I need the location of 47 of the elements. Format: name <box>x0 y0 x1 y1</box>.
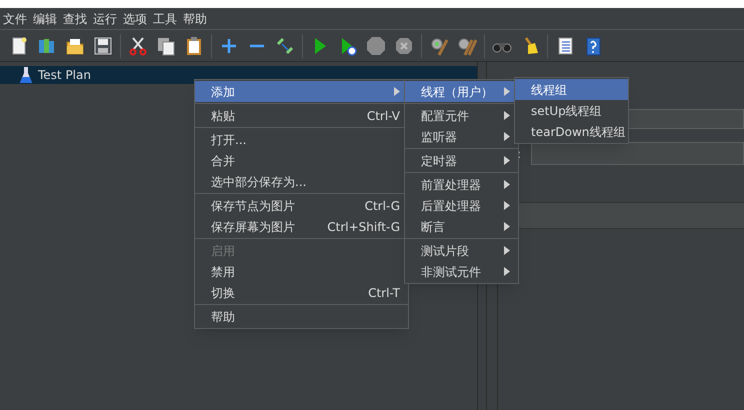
gear-broom-icon[interactable] <box>429 36 449 56</box>
menu-item[interactable]: 配置元件 <box>405 105 518 126</box>
copy-icon[interactable] <box>156 36 176 56</box>
submenu-arrow-icon <box>504 156 510 165</box>
menu-item[interactable]: 断言 <box>405 216 518 237</box>
scissors-icon[interactable] <box>128 36 148 56</box>
menu-item[interactable]: 测试片段 <box>405 240 518 261</box>
submenu-arrow-icon <box>394 87 400 96</box>
menu-item[interactable]: 非测试元件 <box>405 261 518 282</box>
submenu-arrow-icon <box>504 111 510 120</box>
menu-item[interactable]: 切换 Ctrl-T <box>195 282 408 303</box>
submenu-arrow-icon <box>504 246 510 255</box>
submenu-arrow-icon <box>504 222 510 231</box>
menu-item[interactable]: 线程组 <box>515 79 628 100</box>
menu-item[interactable]: 后置处理器 <box>405 195 518 216</box>
menu-item[interactable]: 合并 <box>195 150 408 171</box>
menu-item[interactable]: setUp线程组 <box>515 100 628 121</box>
menu-item[interactable]: 前置处理器 <box>405 174 518 195</box>
menu-item[interactable]: 帮助 <box>195 306 408 327</box>
menu-item[interactable]: 保存屏幕为图片 Ctrl+Shift-G <box>195 216 408 237</box>
menu-item[interactable]: 帮助 <box>180 8 210 28</box>
octagon-x-icon[interactable] <box>394 36 414 56</box>
menu-item[interactable]: tearDown线程组 <box>515 121 628 142</box>
menu-item[interactable]: 禁用 <box>195 261 408 282</box>
clipboard-icon[interactable] <box>184 36 204 56</box>
menu-item[interactable]: 编辑 <box>30 8 60 28</box>
submenu-arrow-icon <box>504 132 510 141</box>
menu-item[interactable]: 打开... <box>195 129 408 150</box>
stop-sign-icon[interactable] <box>366 36 386 56</box>
menu-item[interactable]: 保存节点为图片 Ctrl-G <box>195 195 408 216</box>
flask-icon <box>20 67 32 83</box>
menu-item[interactable]: 选中部分保存为... <box>195 171 408 192</box>
menu-item[interactable]: 查找 <box>60 8 90 28</box>
input-field[interactable] <box>531 142 744 165</box>
submenu-arrow-icon <box>504 201 510 210</box>
menu-item[interactable]: 工具 <box>150 8 180 28</box>
menu-item[interactable]: 运行 <box>90 8 120 28</box>
menu-item[interactable]: 选项 <box>120 8 150 28</box>
submenu-arrow-icon <box>504 87 510 96</box>
menu-item[interactable]: 监听器 <box>405 126 518 147</box>
menu-item[interactable]: 文件 <box>0 8 30 28</box>
menu-item[interactable]: 定时器 <box>405 150 518 171</box>
pencils-icon[interactable] <box>275 36 295 56</box>
menu-item[interactable]: 粘贴 Ctrl-V <box>195 105 408 126</box>
submenu-arrow-icon <box>504 267 510 276</box>
gears-brooms-icon[interactable] <box>457 36 477 56</box>
submenu-arrow-icon <box>504 180 510 189</box>
